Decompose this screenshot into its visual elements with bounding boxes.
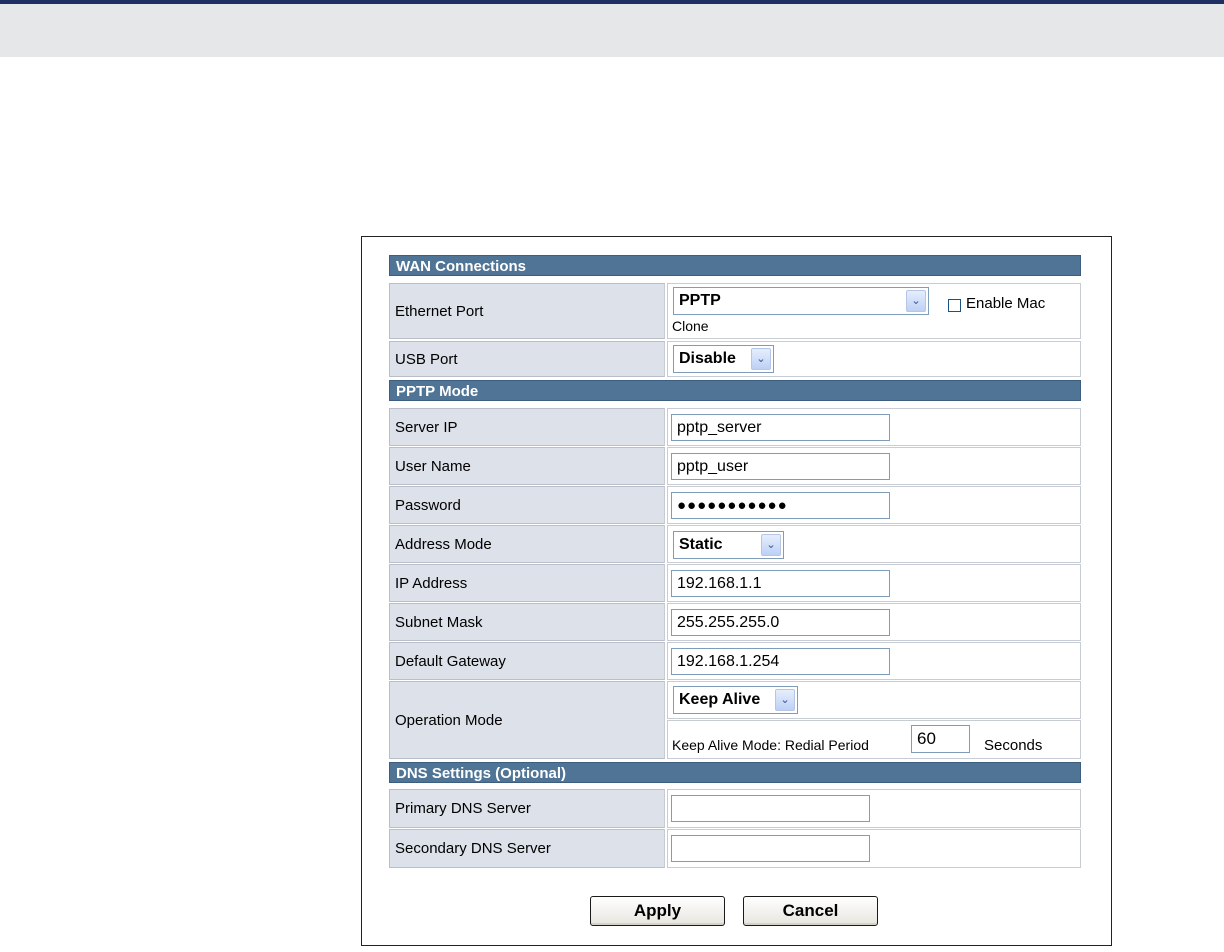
chevron-down-icon: ⌄ (751, 348, 771, 370)
row-address-mode: Address Mode Static ⌄ (389, 525, 1081, 563)
row-subnet-mask: Subnet Mask 255.255.255.0 (389, 603, 1081, 641)
row-usb-port: USB Port Disable ⌄ (389, 341, 1081, 377)
label-primary-dns: Primary DNS Server (389, 789, 665, 828)
value-primary-dns (667, 789, 1081, 828)
user-name-input[interactable]: pptp_user (671, 453, 890, 480)
label-user-name: User Name (389, 447, 665, 485)
ethernet-port-select[interactable]: PPTP ⌄ (673, 287, 929, 315)
value-server-ip: pptp_server (667, 408, 1081, 446)
row-server-ip: Server IP pptp_server (389, 408, 1081, 446)
value-address-mode: Static ⌄ (667, 525, 1081, 563)
label-operation-mode: Operation Mode (389, 681, 665, 759)
value-user-name: pptp_user (667, 447, 1081, 485)
usb-port-select[interactable]: Disable ⌄ (673, 345, 774, 373)
ip-address-input[interactable]: 192.168.1.1 (671, 570, 890, 597)
label-server-ip: Server IP (389, 408, 665, 446)
label-usb-port: USB Port (389, 341, 665, 377)
row-primary-dns: Primary DNS Server (389, 789, 1081, 828)
header-band (0, 4, 1224, 57)
cancel-button[interactable]: Cancel (743, 896, 878, 926)
label-password: Password (389, 486, 665, 524)
password-input[interactable]: ●●●●●●●●●●● (671, 492, 890, 519)
operation-mode-selected: Keep Alive (679, 691, 761, 708)
row-default-gateway: Default Gateway 192.168.1.254 (389, 642, 1081, 680)
subnet-mask-input[interactable]: 255.255.255.0 (671, 609, 890, 636)
row-ip-address: IP Address 192.168.1.1 (389, 564, 1081, 602)
enable-mac-clone-checkbox[interactable] (948, 299, 961, 312)
value-operation-mode-select: Keep Alive ⌄ (667, 681, 1081, 719)
value-ethernet-port: PPTP ⌄ Enable Mac Clone (667, 283, 1081, 339)
redial-period-unit: Seconds (984, 737, 1043, 754)
chevron-down-icon: ⌄ (775, 689, 795, 711)
value-subnet-mask: 255.255.255.0 (667, 603, 1081, 641)
value-password: ●●●●●●●●●●● (667, 486, 1081, 524)
value-default-gateway: 192.168.1.254 (667, 642, 1081, 680)
value-secondary-dns (667, 829, 1081, 868)
address-mode-select[interactable]: Static ⌄ (673, 531, 784, 559)
usb-port-selected: Disable (679, 350, 736, 367)
enable-mac-clone-label-wrap: Clone (672, 318, 709, 334)
label-ethernet-port: Ethernet Port (389, 283, 665, 339)
ethernet-port-selected: PPTP (679, 292, 721, 309)
enable-mac-clone-label: Enable Mac (966, 295, 1046, 312)
primary-dns-input[interactable] (671, 795, 870, 822)
row-secondary-dns: Secondary DNS Server (389, 829, 1081, 868)
value-usb-port: Disable ⌄ (667, 341, 1081, 377)
secondary-dns-input[interactable] (671, 835, 870, 862)
default-gateway-input[interactable]: 192.168.1.254 (671, 648, 890, 675)
label-subnet-mask: Subnet Mask (389, 603, 665, 641)
section-header-dns: DNS Settings (Optional) (389, 762, 1081, 783)
row-password: Password ●●●●●●●●●●● (389, 486, 1081, 524)
operation-mode-select[interactable]: Keep Alive ⌄ (673, 686, 798, 714)
address-mode-selected: Static (679, 536, 723, 553)
chevron-down-icon: ⌄ (906, 290, 926, 312)
value-redial-period: Keep Alive Mode: Redial Period 60 Second… (667, 720, 1081, 759)
section-header-wan: WAN Connections (389, 255, 1081, 276)
row-user-name: User Name pptp_user (389, 447, 1081, 485)
redial-period-label: Keep Alive Mode: Redial Period (672, 737, 869, 753)
label-address-mode: Address Mode (389, 525, 665, 563)
redial-period-input[interactable]: 60 (911, 725, 970, 753)
apply-button[interactable]: Apply (590, 896, 725, 926)
label-secondary-dns: Secondary DNS Server (389, 829, 665, 868)
section-header-pptp: PPTP Mode (389, 380, 1081, 401)
row-ethernet-port: Ethernet Port PPTP ⌄ Enable Mac Clone (389, 283, 1081, 339)
row-operation-mode: Operation Mode Keep Alive ⌄ Keep Alive M… (389, 681, 1081, 759)
label-default-gateway: Default Gateway (389, 642, 665, 680)
label-ip-address: IP Address (389, 564, 665, 602)
server-ip-input[interactable]: pptp_server (671, 414, 890, 441)
chevron-down-icon: ⌄ (761, 534, 781, 556)
value-ip-address: 192.168.1.1 (667, 564, 1081, 602)
